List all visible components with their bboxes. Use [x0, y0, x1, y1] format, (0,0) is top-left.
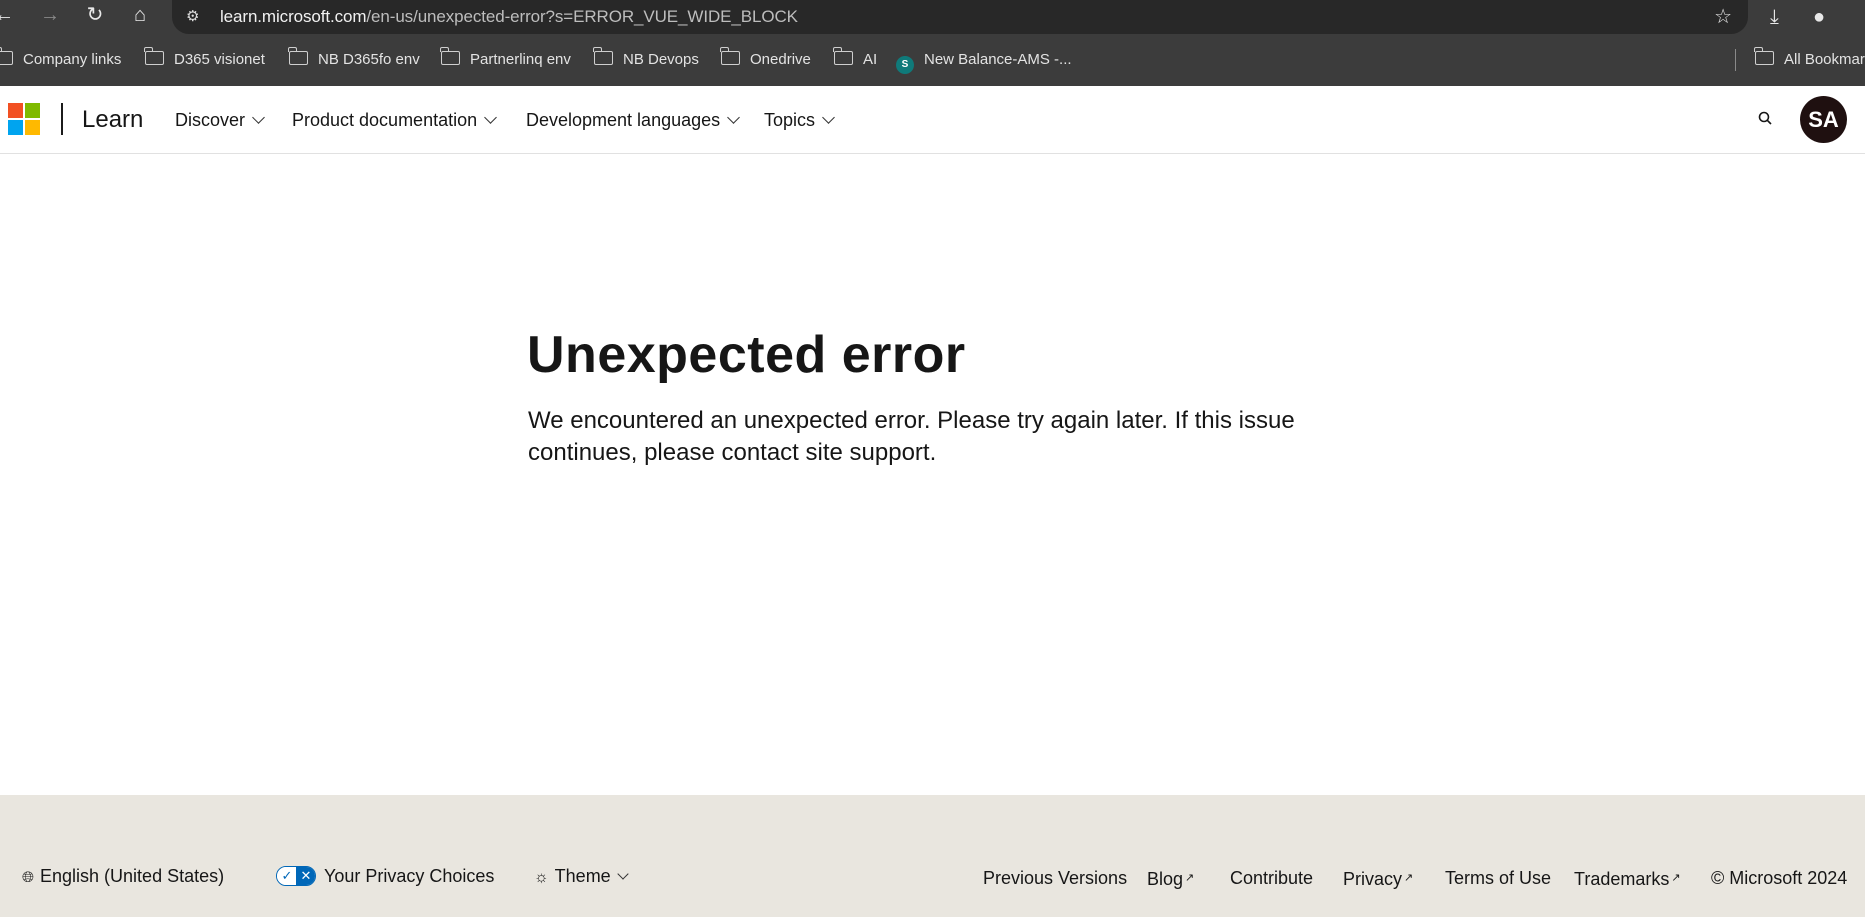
- external-link-icon: ↗: [1404, 872, 1414, 884]
- bookmark-item[interactable]: Onedrive: [720, 47, 811, 71]
- bookmark-label: NB Devops: [623, 51, 699, 68]
- forward-icon[interactable]: →: [32, 0, 68, 30]
- previous-versions-link[interactable]: Previous Versions: [983, 866, 1127, 890]
- trademarks-label: Trademarks: [1574, 869, 1670, 889]
- folder-icon: [288, 47, 308, 65]
- reload-icon[interactable]: ↻: [77, 0, 113, 30]
- contribute-link[interactable]: Contribute: [1230, 866, 1313, 890]
- bookmark-item[interactable]: AI: [833, 47, 878, 71]
- url-text[interactable]: learn.microsoft.com/en-us/unexpected-err…: [220, 6, 798, 28]
- nav-topics[interactable]: Topics: [764, 107, 835, 133]
- bookmark-item[interactable]: S New Balance-AMS -...: [896, 49, 1072, 74]
- bookmark-label: Company links: [23, 51, 122, 68]
- bookmark-item[interactable]: Partnerlinq env: [440, 47, 571, 71]
- address-bar[interactable]: ⚙ learn.microsoft.com/en-us/unexpected-e…: [172, 0, 1748, 34]
- bookmark-label: New Balance-AMS -...: [924, 51, 1072, 68]
- folder-icon: [144, 47, 164, 65]
- bookmark-item[interactable]: D365 visionet: [144, 47, 265, 71]
- privacy-toggle-icon: ✓ ✕: [276, 866, 316, 886]
- microsoft-logo[interactable]: [8, 103, 40, 135]
- privacy-link[interactable]: Privacy ↗: [1343, 866, 1413, 891]
- bookmark-label: NB D365fo env: [318, 51, 420, 68]
- back-icon[interactable]: ←: [0, 0, 22, 30]
- chevron-down-icon: [727, 111, 741, 124]
- url-host: learn.microsoft.com: [220, 7, 367, 26]
- all-bookmarks-label: All Bookmarks: [1784, 51, 1865, 68]
- site-footer: 🌐︎ English (United States) ✓ ✕ Your Privacy…: [0, 795, 1865, 917]
- blog-label: Blog: [1147, 869, 1184, 889]
- nav-discover[interactable]: Discover: [175, 107, 265, 133]
- copyright: © Microsoft 2024: [1711, 868, 1848, 888]
- folder-icon: [593, 47, 613, 65]
- chevron-down-icon: [484, 111, 497, 124]
- sun-icon: ☼: [534, 869, 549, 886]
- blog-link[interactable]: Blog ↗: [1147, 866, 1194, 891]
- avatar[interactable]: SA: [1800, 96, 1847, 143]
- external-link-icon: ↗: [1185, 872, 1195, 884]
- locale-label: English (United States): [40, 866, 225, 886]
- download-icon[interactable]: ⤓: [1770, 4, 1779, 30]
- nav-label: Topics: [764, 110, 816, 130]
- logo-square-red: [8, 103, 23, 118]
- sharepoint-icon: S: [896, 56, 914, 74]
- bookmark-star-icon[interactable]: ☆: [1714, 5, 1732, 29]
- nav-product-documentation[interactable]: Product documentation: [292, 107, 497, 133]
- terms-of-use-link[interactable]: Terms of Use: [1445, 866, 1551, 890]
- bookmark-item[interactable]: NB Devops: [593, 47, 699, 71]
- search-icon[interactable]: [1753, 106, 1779, 132]
- logo-square-green: [25, 103, 40, 118]
- external-link-icon: ↗: [1671, 872, 1681, 884]
- folder-icon: [833, 47, 853, 65]
- folder-icon: [720, 47, 740, 65]
- folder-icon: [0, 47, 13, 65]
- bookmark-label: AI: [863, 51, 878, 68]
- chevron-down-icon: [822, 111, 835, 124]
- learn-brand-link[interactable]: Learn: [82, 105, 143, 135]
- logo-square-blue: [8, 120, 23, 135]
- logo-square-yellow: [25, 120, 40, 135]
- site-info-icon[interactable]: ⚙: [186, 7, 206, 27]
- privacy-choices-link[interactable]: ✓ ✕ Your Privacy Choices: [276, 864, 494, 888]
- logo-divider: [61, 103, 63, 135]
- locale-selector[interactable]: 🌐︎ English (United States): [22, 864, 224, 890]
- trademarks-link[interactable]: Trademarks ↗: [1574, 866, 1681, 891]
- nav-development-languages[interactable]: Development languages: [526, 107, 741, 133]
- page-title: Unexpected error: [527, 326, 966, 384]
- bookmark-label: Onedrive: [750, 51, 811, 68]
- nav-label: Product documentation: [292, 110, 478, 130]
- folder-icon: [440, 47, 460, 65]
- url-path: /en-us/unexpected-error?s=ERROR_VUE_WIDE…: [366, 7, 798, 26]
- browser-toolbar: ← → ↻ ⌂ ⚙ learn.microsoft.com/en-us/unex…: [0, 0, 1865, 34]
- bookmark-label: D365 visionet: [174, 51, 265, 68]
- globe-icon: 🌐︎: [22, 869, 35, 886]
- privacy-choices-label: Your Privacy Choices: [324, 866, 495, 886]
- privacy-label: Privacy: [1343, 869, 1403, 889]
- nav-label: Discover: [175, 110, 246, 130]
- nav-label: Development languages: [526, 110, 721, 130]
- chevron-down-icon: [617, 868, 629, 880]
- chevron-down-icon: [252, 111, 265, 124]
- all-bookmarks[interactable]: All Bookmarks: [1754, 47, 1865, 71]
- bookmark-item[interactable]: NB D365fo env: [288, 47, 420, 71]
- home-icon[interactable]: ⌂: [122, 0, 158, 30]
- theme-label: Theme: [554, 866, 611, 886]
- theme-selector[interactable]: ☼ Theme: [534, 864, 629, 890]
- bookmark-item[interactable]: Company links: [0, 47, 122, 71]
- bookmarks-bar: Company links D365 visionet NB D365fo en…: [0, 34, 1865, 86]
- folder-icon: [1754, 47, 1774, 65]
- bookmarks-divider: [1735, 49, 1736, 71]
- error-message: We encountered an unexpected error. Plea…: [528, 407, 1295, 466]
- site-header: Learn Discover Product documentation Dev…: [0, 86, 1865, 154]
- bookmark-label: Partnerlinq env: [470, 51, 571, 68]
- profile-icon[interactable]: ●: [1813, 4, 1825, 30]
